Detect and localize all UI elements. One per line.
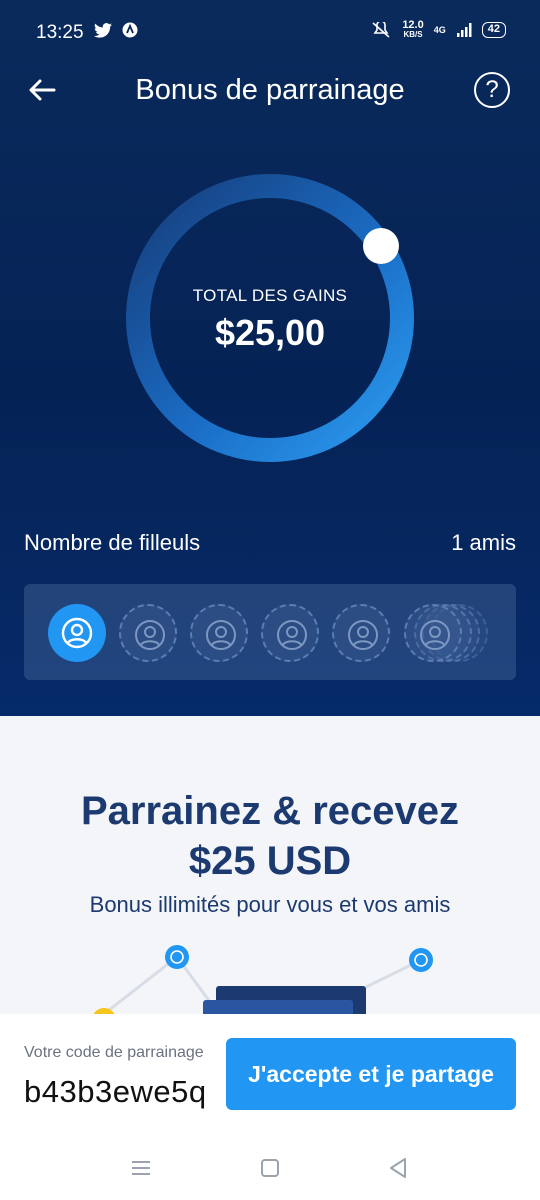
menu-icon[interactable] [129, 1156, 153, 1180]
app-notification-icon [122, 22, 138, 38]
referral-avatar-empty [261, 604, 319, 662]
referral-network-illustration [93, 945, 433, 1014]
bottom-panel: Votre code de parrainage b43b3ewe5q J'ac… [0, 1014, 540, 1200]
referral-code-value[interactable]: b43b3ewe5q [24, 1074, 207, 1110]
user-placeholder-icon [348, 620, 378, 650]
earnings-value: $25,00 [214, 312, 326, 353]
referral-avatar-empty [119, 604, 177, 662]
home-square-icon[interactable] [258, 1156, 282, 1180]
earnings-summary: TOTAL DES GAINS $25,00 [126, 174, 414, 462]
referral-count-row: Nombre de filleuls 1 amis [24, 530, 516, 556]
referral-code-label: Votre code de parrainage [24, 1044, 204, 1061]
hero-section: 13:25 12.0 KB/S 4G 42 Bonus de parrainag… [0, 0, 540, 716]
app-header: Bonus de parrainage ? [0, 64, 540, 120]
referral-avatars-panel [24, 584, 516, 680]
network-speed-value: 12.0 [402, 19, 424, 31]
help-button[interactable]: ? [474, 72, 510, 108]
status-system-icons: 12.0 KB/S 4G 42 [370, 20, 506, 40]
referral-avatar-empty [404, 604, 462, 662]
referral-count-label: Nombre de filleuls [24, 530, 201, 555]
referral-avatar-filled [48, 604, 106, 662]
referral-avatar-empty [190, 604, 248, 662]
promo-title: Parrainez & recevez $25 USD [0, 786, 540, 886]
referral-count-value: 1 amis [451, 530, 516, 555]
status-notification-icons [94, 22, 138, 38]
mute-icon [372, 22, 390, 38]
status-time: 13:25 [36, 22, 84, 43]
user-icon [61, 617, 93, 649]
referral-avatar-empty [332, 604, 390, 662]
user-placeholder-icon [420, 620, 450, 650]
page-title: Bonus de parrainage [135, 74, 405, 106]
user-placeholder-icon [206, 620, 236, 650]
promo-title-line1: Parrainez & recevez [80, 789, 459, 833]
network-speed-unit: KB/S [403, 30, 423, 39]
system-nav-bar [0, 1148, 540, 1188]
battery-indicator: 42 [481, 22, 506, 38]
twitter-icon [94, 22, 112, 38]
promo-title-line2: $25 USD [188, 839, 352, 883]
network-type: 4G [433, 25, 446, 35]
accept-and-share-button[interactable]: J'accepte et je partage [226, 1038, 516, 1110]
status-bar: 13:25 12.0 KB/S 4G 42 [0, 0, 540, 64]
promo-subtitle: Bonus illimités pour vous et vos amis [89, 892, 451, 917]
network-speed: 12.0 KB/S [402, 20, 423, 40]
back-triangle-icon[interactable] [386, 1156, 410, 1180]
signal-icon [456, 23, 472, 37]
user-placeholder-icon [277, 620, 307, 650]
earnings-label: TOTAL DES GAINS [192, 286, 348, 305]
user-placeholder-icon [135, 620, 165, 650]
